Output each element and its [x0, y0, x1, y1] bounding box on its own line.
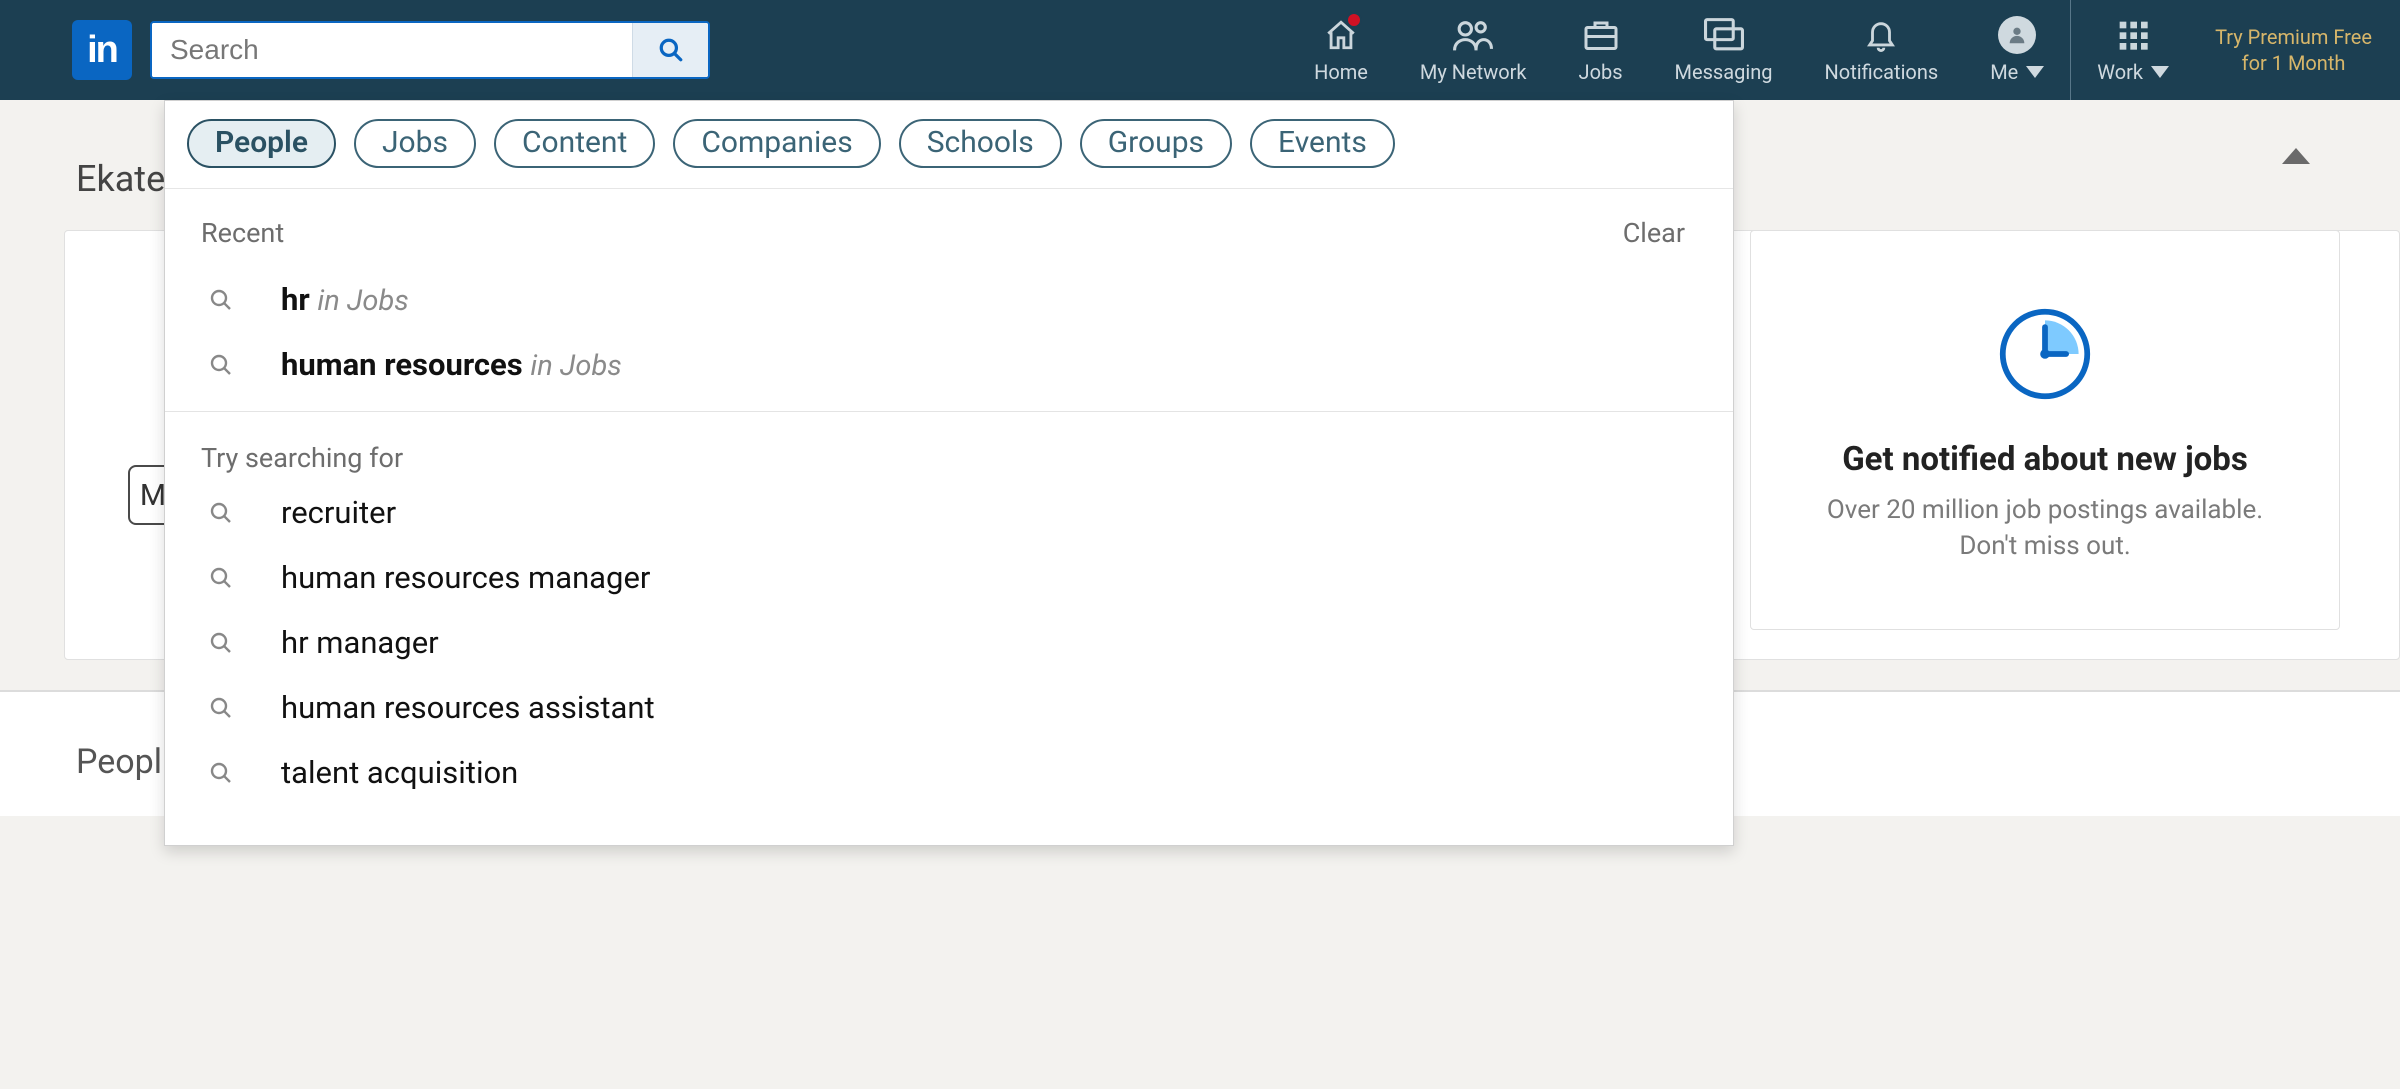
- partial-button-letter: M: [140, 478, 166, 513]
- recent-term: hr: [281, 281, 310, 318]
- suggestion-term: human resources assistant: [281, 689, 655, 726]
- chevron-up-icon[interactable]: [2282, 148, 2310, 164]
- nav-network-label: My Network: [1420, 60, 1527, 84]
- filter-chip-row: People Jobs Content Companies Schools Gr…: [165, 101, 1733, 189]
- premium-cta[interactable]: Try Premium Free for 1 Month: [2195, 0, 2400, 100]
- clock-icon: [1997, 306, 2093, 406]
- avatar-icon: [1998, 16, 2036, 54]
- nav-work-label: Work: [2097, 60, 2143, 84]
- recent-item[interactable]: hr in Jobs: [165, 267, 1733, 332]
- chevron-down-icon: [2151, 66, 2169, 78]
- suggestion-term: talent acquisition: [281, 754, 518, 791]
- search-icon: [209, 566, 241, 590]
- nav-notifications-label: Notifications: [1825, 60, 1939, 84]
- search-dropdown: People Jobs Content Companies Schools Gr…: [164, 100, 1734, 846]
- recent-header-row: Recent Clear: [165, 189, 1733, 267]
- briefcase-icon: [1583, 18, 1619, 52]
- apps-grid-icon: [2117, 19, 2149, 51]
- nav-home-label: Home: [1314, 60, 1368, 84]
- job-alerts-card: Get notified about new jobs Over 20 mill…: [1750, 230, 2340, 630]
- suggestion-item[interactable]: recruiter: [165, 480, 1733, 545]
- search-icon: [658, 37, 684, 63]
- suggestion-term: recruiter: [281, 494, 396, 531]
- chip-companies[interactable]: Companies: [673, 119, 880, 168]
- suggestion-item[interactable]: human resources manager: [165, 545, 1733, 610]
- page-title-truncated: Ekate: [76, 158, 165, 200]
- try-searching-label: Try searching for: [165, 412, 1733, 480]
- recent-context: in Jobs: [530, 349, 621, 383]
- chevron-down-icon: [2026, 66, 2044, 78]
- search-icon: [209, 501, 241, 525]
- nav-me[interactable]: Me: [1964, 0, 2070, 100]
- global-nav: in Home My Netw: [0, 0, 2400, 100]
- recent-context: in Jobs: [317, 284, 408, 318]
- nav-home[interactable]: Home: [1288, 0, 1394, 100]
- suggestion-item[interactable]: talent acquisition: [165, 740, 1733, 805]
- premium-line1: Try Premium Free: [2215, 24, 2372, 50]
- page-body: Ekate M Peopl Get notified about new job…: [0, 100, 2400, 1089]
- nav-me-label: Me: [1990, 60, 2018, 84]
- search-button[interactable]: [632, 23, 708, 77]
- in-logo-icon: in: [72, 20, 132, 80]
- search-icon: [209, 353, 241, 377]
- nav-work[interactable]: Work: [2071, 0, 2195, 100]
- chip-people[interactable]: People: [187, 119, 336, 168]
- job-alerts-title: Get notified about new jobs: [1842, 440, 2248, 479]
- chip-groups[interactable]: Groups: [1080, 119, 1232, 168]
- recent-item[interactable]: human resources in Jobs: [165, 332, 1733, 397]
- search-field[interactable]: [150, 21, 710, 79]
- premium-line2: for 1 Month: [2242, 50, 2346, 76]
- chip-schools[interactable]: Schools: [899, 119, 1062, 168]
- nav-jobs-label: Jobs: [1579, 60, 1623, 84]
- nav-messaging[interactable]: Messaging: [1649, 0, 1799, 100]
- suggestion-term: hr manager: [281, 624, 439, 661]
- linkedin-logo[interactable]: in: [72, 20, 132, 80]
- search-input[interactable]: [152, 23, 632, 77]
- suggestion-item[interactable]: hr manager: [165, 610, 1733, 675]
- job-alerts-line2: Don't miss out.: [1959, 531, 2130, 561]
- search-icon: [209, 631, 241, 655]
- bell-icon: [1864, 18, 1898, 52]
- chip-jobs[interactable]: Jobs: [354, 119, 476, 168]
- notification-badge-dot: [1346, 12, 1362, 28]
- recent-label: Recent: [201, 217, 284, 249]
- suggestion-item[interactable]: human resources assistant: [165, 675, 1733, 740]
- recent-term: human resources: [281, 346, 523, 383]
- search-icon: [209, 761, 241, 785]
- suggestion-term: human resources manager: [281, 559, 650, 596]
- job-alerts-line1: Over 20 million job postings available.: [1827, 495, 2263, 525]
- nav-messaging-label: Messaging: [1675, 60, 1773, 84]
- clear-recent-link[interactable]: Clear: [1623, 217, 1685, 249]
- nav-jobs[interactable]: Jobs: [1553, 0, 1649, 100]
- chip-content[interactable]: Content: [494, 119, 655, 168]
- nav-right: Home My Network Jobs: [1288, 0, 2400, 100]
- chip-events[interactable]: Events: [1250, 119, 1395, 168]
- search-icon: [209, 288, 241, 312]
- nav-notifications[interactable]: Notifications: [1799, 0, 1965, 100]
- network-icon: [1453, 18, 1493, 52]
- people-row-label-truncated: Peopl: [76, 742, 162, 782]
- messaging-icon: [1704, 18, 1744, 52]
- search-icon: [209, 696, 241, 720]
- nav-network[interactable]: My Network: [1394, 0, 1553, 100]
